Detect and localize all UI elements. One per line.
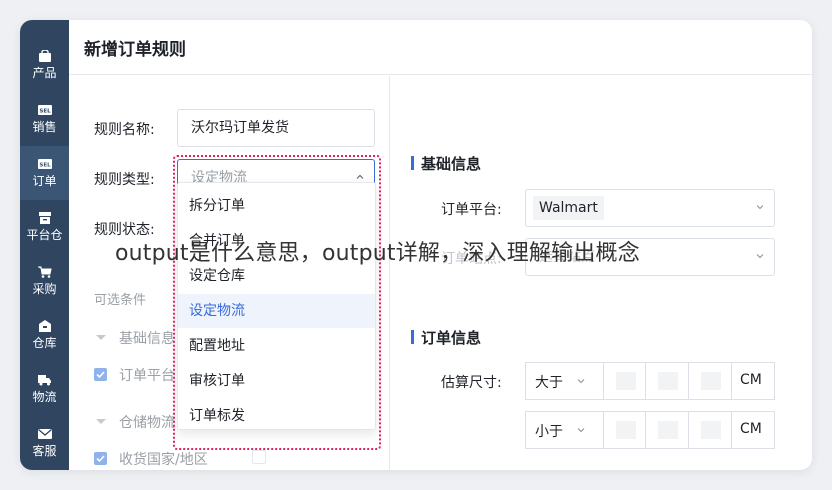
platform-select[interactable]: Walmart (525, 189, 775, 227)
unit-label: CM (740, 372, 762, 388)
sidebar-item-platform-warehouse[interactable]: 平台仓 (20, 200, 69, 254)
platform-value-tag: Walmart (533, 196, 604, 220)
sidebar-item-label: 仓库 (32, 336, 57, 350)
sidebar-item-products[interactable]: 产品 (20, 38, 69, 92)
height-input[interactable] (689, 412, 732, 448)
page-header: 新增订单规则 (69, 20, 812, 75)
collapse-caret-icon[interactable] (96, 335, 106, 340)
rule-name-input[interactable]: 沃尔玛订单发货 (177, 109, 375, 147)
rule-name-value: 沃尔玛订单发货 (191, 120, 289, 136)
page-title: 新增订单规则 (84, 40, 186, 60)
sell-tag-icon: SEL (37, 105, 52, 115)
basic-info-group: 基础信息 (119, 331, 175, 347)
operator-select[interactable]: 小于 (526, 412, 604, 448)
overlay-caption: output是什么意思，output详解，深入理解输出概念 (115, 241, 640, 266)
storehouse-icon (38, 320, 51, 332)
operator-select[interactable]: 大于 (526, 363, 604, 399)
chevron-down-icon (756, 205, 764, 210)
size-row-less: 小于 CM (525, 411, 775, 449)
bag-icon (38, 50, 51, 62)
sidebar-item-label: 客服 (32, 444, 57, 458)
sidebar-item-label: 物流 (32, 390, 57, 404)
rule-type-label: 规则类型: (94, 172, 155, 188)
sidebar-item-orders[interactable]: SEL 订单 (20, 146, 69, 200)
chevron-down-icon (577, 428, 585, 433)
width-input[interactable] (646, 363, 689, 399)
order-platform-condition: 订单平台 (119, 368, 175, 384)
sidebar-item-label: 订单 (32, 174, 57, 188)
chevron-down-icon (756, 254, 764, 259)
svg-text:SEL: SEL (39, 163, 51, 169)
warehouse-logistics-group: 仓储物流 (119, 415, 175, 431)
optional-conditions-label: 可选条件 (94, 293, 147, 308)
ship-country-condition: 收货国家/地区 (119, 452, 208, 468)
cart-icon (37, 266, 52, 278)
dropdown-highlight-outline (173, 155, 381, 450)
operator-value: 小于 (535, 424, 563, 440)
rule-detail-panel: 基础信息 订单平台: Walmart 订单站点: 选择站点 订单信息 估算尺寸:… (391, 76, 812, 470)
chevron-down-icon (577, 379, 585, 384)
sidebar-item-label: 产品 (32, 66, 57, 80)
sidebar-item-label: 采购 (32, 282, 57, 296)
unit-label: CM (740, 421, 762, 437)
svg-text:SEL: SEL (39, 109, 51, 115)
order-info-section-title: 订单信息 (411, 327, 481, 348)
mail-icon (37, 429, 52, 439)
width-input[interactable] (646, 412, 689, 448)
sidebar-item-label: 销售 (32, 120, 57, 134)
collapse-caret-icon[interactable] (96, 419, 106, 424)
check-icon (96, 371, 105, 379)
platform-label: 订单平台: (441, 202, 502, 218)
rule-name-label: 规则名称: (94, 122, 155, 138)
ship-country-checkbox[interactable] (94, 452, 107, 465)
sidebar-item-purchase[interactable]: 采购 (20, 254, 69, 308)
basic-info-section-title: 基础信息 (411, 153, 481, 174)
sidebar-item-label: 平台仓 (26, 228, 63, 242)
size-label: 估算尺寸: (441, 375, 502, 391)
sidebar-item-warehouse[interactable]: 仓库 (20, 308, 69, 362)
length-input[interactable] (604, 412, 646, 448)
truck-icon (37, 375, 51, 386)
order-platform-checkbox[interactable] (94, 368, 107, 381)
sidebar: 产品 SEL 销售 SEL 订单 平台仓 采购 仓库 物流 客服 (20, 20, 69, 470)
extra-checkbox[interactable] (252, 450, 266, 464)
sidebar-item-logistics[interactable]: 物流 (20, 362, 69, 416)
height-input[interactable] (689, 363, 732, 399)
check-icon (96, 455, 105, 463)
sell-tag-icon: SEL (37, 159, 52, 169)
sidebar-item-customer-service[interactable]: 客服 (20, 416, 69, 470)
size-row-greater: 大于 CM (525, 362, 775, 400)
operator-value: 大于 (535, 375, 563, 391)
sidebar-item-sales[interactable]: SEL 销售 (20, 92, 69, 146)
warehouse-box-icon (38, 212, 51, 224)
length-input[interactable] (604, 363, 646, 399)
rule-form-panel: 规则名称: 沃尔玛订单发货 规则类型: 设定物流 规则状态: 可选条件 基础信息… (69, 76, 390, 470)
